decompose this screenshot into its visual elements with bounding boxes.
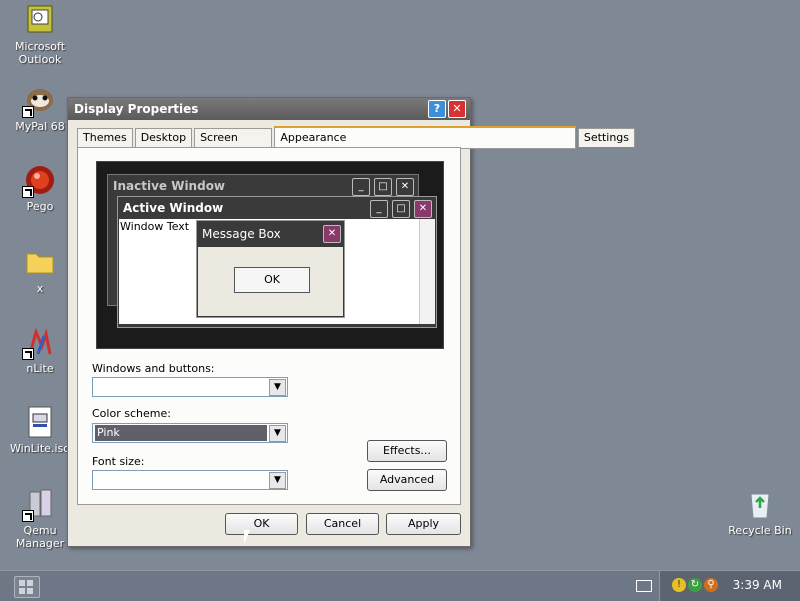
font-size-value (95, 472, 267, 488)
cancel-button[interactable]: Cancel (306, 513, 379, 535)
tab-strip: Themes Desktop Screen Saver Appearance S… (77, 126, 637, 162)
font-size-select[interactable]: ▼ (92, 470, 288, 490)
tab-settings[interactable]: Settings (577, 128, 636, 147)
help-button[interactable]: ? (428, 100, 446, 118)
preview-ok-button: OK (234, 267, 310, 293)
apply-button[interactable]: Apply (386, 513, 461, 535)
appearance-panel: Inactive Window _ □ ✕ Active Window _ □ … (77, 147, 461, 505)
desktop-icon-label: Microsoft Outlook (14, 40, 66, 66)
recycle-bin-icon (744, 488, 776, 520)
folder-icon (24, 246, 56, 278)
display-properties-dialog: Display Properties ? ✕ Themes Desktop Sc… (67, 97, 636, 547)
system-tray: ! ↻ ⚲ 3:39 AM (659, 571, 800, 601)
preview-close-icon: ✕ (396, 178, 414, 196)
security-shield-icon[interactable]: ! (672, 578, 686, 592)
shortcut-arrow-icon (22, 186, 34, 198)
tab-desktop[interactable]: Desktop (134, 128, 193, 147)
chevron-down-icon[interactable]: ▼ (269, 472, 286, 489)
taskbar-clock[interactable]: 3:39 AM (733, 578, 782, 592)
color-scheme-select[interactable]: Pink ▼ (92, 423, 288, 443)
tab-appearance[interactable]: Appearance (274, 126, 576, 149)
windows-and-buttons-value (95, 379, 267, 395)
preview-inactive-title: Inactive Window (113, 179, 226, 193)
preview-close-icon: ✕ (323, 225, 341, 243)
start-button[interactable] (14, 576, 40, 598)
preview-scrollbar (419, 219, 435, 324)
windows-and-buttons-select[interactable]: ▼ (92, 377, 288, 397)
appearance-preview: Inactive Window _ □ ✕ Active Window _ □ … (96, 161, 444, 349)
preview-minimize-icon: _ (352, 178, 370, 196)
ok-button[interactable]: OK (225, 513, 298, 535)
desktop-icon-outlook[interactable]: Microsoft Outlook (0, 4, 80, 66)
start-grid-icon (27, 588, 33, 594)
advanced-button[interactable]: Advanced (367, 469, 447, 491)
preview-window-text: Window Text (120, 220, 190, 233)
color-scheme-value: Pink (95, 425, 267, 441)
windows-and-buttons-label: Windows and buttons: (92, 362, 215, 375)
close-button[interactable]: ✕ (448, 100, 466, 118)
preview-close-icon: ✕ (414, 200, 432, 218)
preview-active-title: Active Window (123, 201, 224, 215)
taskbar: ! ↻ ⚲ 3:39 AM (0, 570, 800, 601)
font-size-label: Font size: (92, 455, 145, 468)
effects-button[interactable]: Effects... (367, 440, 447, 462)
nlite-icon (22, 326, 56, 360)
mouse-cursor-icon (244, 530, 250, 544)
dialog-titlebar[interactable]: Display Properties ? ✕ (68, 98, 470, 120)
chevron-down-icon[interactable]: ▼ (269, 379, 286, 396)
tab-screen-saver[interactable]: Screen Saver (194, 128, 273, 162)
update-icon[interactable]: ↻ (688, 578, 702, 592)
preview-message-box: Message Box ✕ OK (196, 220, 345, 318)
preview-message-title: Message Box (202, 227, 281, 241)
keyboard-icon[interactable] (636, 580, 652, 592)
start-grid-icon (19, 588, 25, 594)
preview-minimize-icon: _ (370, 200, 388, 218)
search-icon[interactable]: ⚲ (704, 578, 718, 592)
dialog-title: Display Properties (74, 102, 199, 116)
color-scheme-label: Color scheme: (92, 407, 171, 420)
qemu-icon (22, 488, 56, 522)
pego-icon (22, 164, 56, 198)
mypal-icon (22, 84, 56, 118)
start-grid-icon (27, 580, 33, 586)
shortcut-arrow-icon (22, 348, 34, 360)
shortcut-arrow-icon (22, 510, 34, 522)
chevron-down-icon[interactable]: ▼ (269, 425, 286, 442)
outlook-icon (24, 4, 56, 36)
iso-file-icon (24, 406, 56, 438)
desktop-icon-label: Recycle Bin (728, 524, 792, 537)
shortcut-arrow-icon (22, 106, 34, 118)
preview-message-body: OK (198, 247, 343, 316)
preview-maximize-icon: □ (374, 178, 392, 196)
preview-maximize-icon: □ (392, 200, 410, 218)
tab-themes[interactable]: Themes (77, 128, 133, 147)
start-grid-icon (19, 580, 25, 586)
desktop-icon-recycle-bin[interactable]: Recycle Bin (720, 488, 800, 537)
